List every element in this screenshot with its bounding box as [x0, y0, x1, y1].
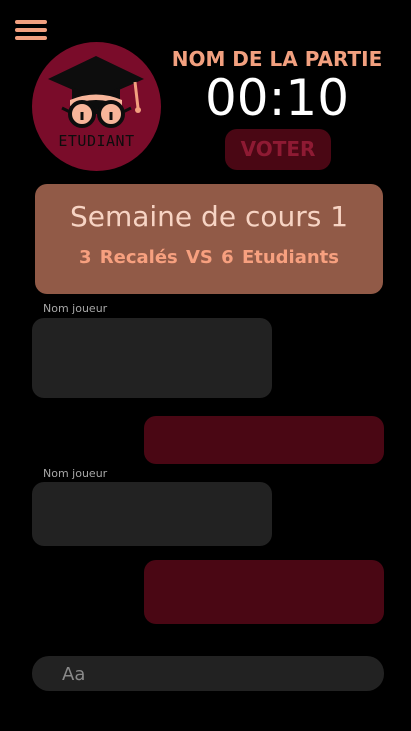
role-badge: ETUDIANT	[32, 42, 161, 171]
round-title: Semaine de cours 1	[69, 200, 349, 233]
chat-message-input[interactable]	[60, 656, 364, 693]
role-label: ETUDIANT	[58, 132, 135, 150]
message-player-label: Nom joueur	[43, 302, 108, 315]
menu-bar	[15, 20, 47, 24]
incoming-message-bubble	[32, 318, 272, 398]
outgoing-message-bubble	[144, 560, 384, 624]
countdown-timer: 00:10	[204, 69, 350, 127]
outgoing-message-bubble	[144, 416, 384, 464]
graduation-student-icon	[48, 56, 144, 128]
round-card: Semaine de cours 1 3 Recalés VS 6 Etudia…	[35, 184, 383, 294]
hamburger-menu-icon[interactable]	[15, 18, 47, 42]
incoming-message-bubble	[32, 482, 272, 546]
vote-button[interactable]: VOTER	[225, 129, 331, 170]
menu-bar	[15, 28, 47, 32]
message-player-label: Nom joueur	[43, 467, 108, 480]
menu-bar	[15, 36, 47, 40]
team-score: 3 Recalés VS 6 Etudiants	[78, 247, 340, 268]
chat-input-container	[32, 656, 384, 693]
